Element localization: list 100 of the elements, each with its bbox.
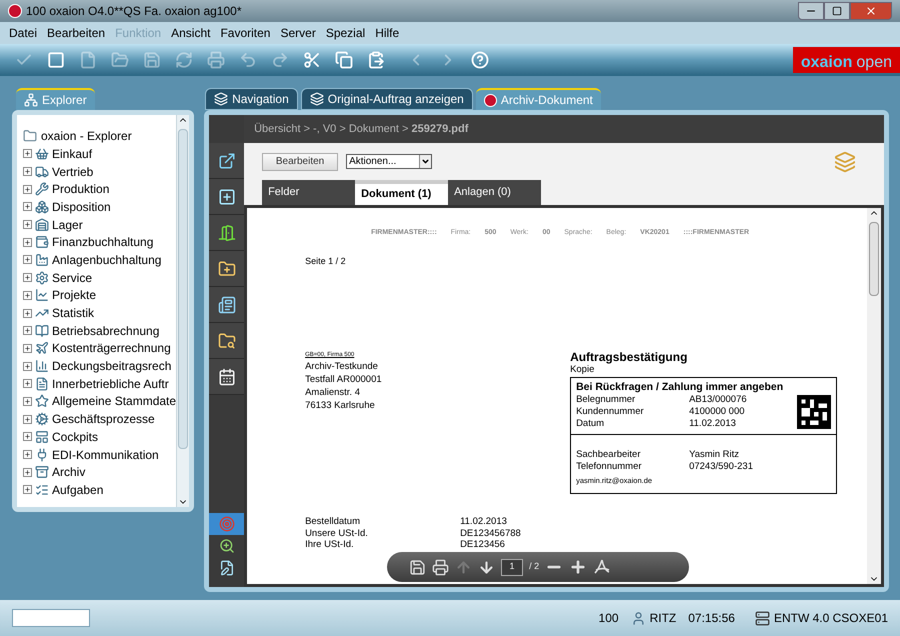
field-value: 07243/590-231 xyxy=(689,461,753,473)
tree-item[interactable]: Service xyxy=(52,268,92,287)
expand-toggle[interactable] xyxy=(23,432,32,442)
tree-icon xyxy=(24,93,38,107)
expand-toggle[interactable] xyxy=(23,468,32,477)
exit-icon xyxy=(218,224,236,242)
tree-item[interactable]: Finanzbuchhaltung xyxy=(52,233,154,252)
tree-item[interactable]: Cockpits xyxy=(52,428,98,446)
tree-item[interactable]: Lager xyxy=(52,216,83,234)
tree-item[interactable]: Aufgaben xyxy=(52,480,104,499)
tree-item[interactable]: Produktion xyxy=(52,180,110,198)
page-label: Seite 1 / 2 xyxy=(305,254,346,268)
folder-icon xyxy=(23,129,37,143)
archive-icon xyxy=(35,465,49,480)
tree-item[interactable]: Archiv xyxy=(52,463,86,482)
tab[interactable]: Dokument (1) xyxy=(355,180,448,205)
save-icon[interactable] xyxy=(409,558,426,576)
page-field[interactable]: 1 xyxy=(501,558,524,576)
expand-toggle[interactable] xyxy=(23,273,32,282)
tree-item[interactable]: Statistik xyxy=(52,304,94,322)
expand-toggle[interactable] xyxy=(23,344,32,353)
expand-toggle[interactable] xyxy=(23,379,32,388)
field-label: Unsere USt-Id. xyxy=(305,528,369,539)
expand-toggle[interactable] xyxy=(23,255,32,264)
menu-item[interactable]: Datei xyxy=(4,24,42,42)
expand-toggle[interactable] xyxy=(23,485,32,494)
menu-item[interactable]: Server xyxy=(275,24,321,42)
expand-toggle[interactable] xyxy=(23,326,32,336)
expand-toggle[interactable] xyxy=(23,450,32,460)
side-button[interactable] xyxy=(209,215,244,251)
expand-toggle[interactable] xyxy=(23,308,32,318)
expand-toggle[interactable] xyxy=(23,396,32,406)
qr-code-icon xyxy=(797,394,832,430)
expand-toggle[interactable] xyxy=(23,414,32,424)
menu-item[interactable]: Bearbeiten xyxy=(42,24,110,42)
pdf-icon[interactable] xyxy=(593,558,612,576)
document-icon xyxy=(35,376,49,391)
scroll-thumb[interactable] xyxy=(178,129,188,449)
tree-item[interactable]: Anlagenbuchhaltung xyxy=(52,250,162,269)
tree-item[interactable]: Kostenträgerrechnung xyxy=(52,339,171,358)
menu-item[interactable]: Spezial xyxy=(320,24,370,42)
tree-root[interactable]: oxaion - Explorer xyxy=(41,127,132,145)
address-line: Amalienstr. 4 xyxy=(305,386,360,399)
bar-chart-icon xyxy=(35,359,49,374)
menu-item[interactable]: Favoriten xyxy=(215,24,276,42)
new-file-icon xyxy=(79,51,97,69)
tree-item[interactable]: Projekte xyxy=(52,286,96,304)
tab[interactable]: Anlagen (0) xyxy=(448,180,542,205)
expand-toggle[interactable] xyxy=(23,290,32,300)
help-icon xyxy=(471,51,489,69)
tree-item[interactable]: Geschäftsprozesse xyxy=(52,410,155,428)
undo-icon xyxy=(239,51,257,69)
side-button[interactable] xyxy=(209,251,244,287)
command-field[interactable] xyxy=(12,609,90,627)
tree-item[interactable]: EDI-Kommunikation xyxy=(52,446,159,464)
maximize-button[interactable] xyxy=(824,2,850,20)
scroll-thumb[interactable] xyxy=(869,222,880,296)
tree-item[interactable]: Deckungsbeitragsrech xyxy=(52,357,172,376)
calendar-icon xyxy=(218,368,236,386)
scrollbar[interactable] xyxy=(176,115,190,507)
edit-button[interactable]: Bearbeiten xyxy=(262,152,338,170)
tab[interactable]: Original-Auftrag anzeigen xyxy=(300,88,473,110)
close-button[interactable] xyxy=(850,2,892,20)
field-value: Yasmin Ritz xyxy=(689,449,740,461)
tree-item[interactable]: Einkauf xyxy=(52,144,92,163)
tree-item[interactable]: Betriebsabrechnung xyxy=(52,322,160,340)
field-value: 4100000 000 xyxy=(689,406,745,418)
page-down-icon[interactable] xyxy=(478,558,496,576)
side-button[interactable] xyxy=(209,359,244,395)
tree-item[interactable]: Innerbetriebliche Auftr xyxy=(52,374,169,393)
side-button[interactable] xyxy=(209,143,244,179)
expand-toggle[interactable] xyxy=(23,220,32,230)
side-button[interactable] xyxy=(209,179,244,215)
plug-icon xyxy=(35,448,49,462)
scrollbar[interactable] xyxy=(867,208,882,584)
actions-select[interactable]: Aktionen... xyxy=(346,154,432,169)
expand-toggle[interactable] xyxy=(23,202,32,212)
expand-toggle[interactable] xyxy=(23,167,32,176)
side-button[interactable] xyxy=(209,287,244,323)
menu-item[interactable]: Ansicht xyxy=(166,24,216,42)
clipboard-icon xyxy=(367,51,385,69)
expand-toggle[interactable] xyxy=(23,149,32,158)
tree-item[interactable]: Allgemeine Stammdate xyxy=(52,392,176,410)
expand-toggle[interactable] xyxy=(23,362,32,371)
tab[interactable]: Felder xyxy=(262,180,356,205)
tree-item[interactable]: Disposition xyxy=(52,198,111,216)
side-button[interactable] xyxy=(209,323,244,359)
tab[interactable]: Navigation xyxy=(205,88,298,110)
tree-item[interactable]: Vertrieb xyxy=(52,162,94,181)
printer-icon[interactable] xyxy=(432,558,450,576)
factory-icon xyxy=(35,252,49,267)
wallet-icon xyxy=(35,235,49,250)
expand-toggle[interactable] xyxy=(23,238,32,247)
field-label: Sachbearbeiter xyxy=(576,449,642,461)
expand-toggle[interactable] xyxy=(23,184,32,194)
page-total: / 2 xyxy=(529,560,540,574)
zoom-in-icon[interactable] xyxy=(569,558,588,576)
menu-item[interactable]: Hilfe xyxy=(370,24,404,42)
copy-icon xyxy=(335,51,353,69)
window-plus-icon xyxy=(218,188,236,206)
